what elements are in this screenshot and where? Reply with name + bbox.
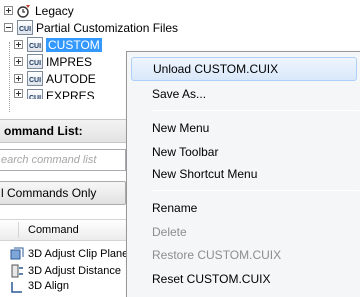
menu-item-label: New Menu (152, 121, 210, 135)
menu-item-new-toolbar[interactable]: New Toolbar (131, 140, 357, 164)
command-label: 3D Align (28, 280, 69, 292)
command-filter-dropdown[interactable]: l Commands Only (0, 181, 126, 205)
tree-item-autodesk[interactable]: CUI AUTODE (14, 70, 96, 87)
menu-item-unload[interactable]: Unload CUSTOM.CUIX (131, 57, 357, 81)
collapse-minus-icon[interactable] (4, 23, 13, 32)
expand-plus-icon[interactable] (14, 57, 23, 66)
menu-item-label: Rename (152, 201, 198, 215)
menu-item-label: Delete (152, 225, 187, 239)
menu-item-new-shortcut-menu[interactable]: New Shortcut Menu (131, 162, 357, 186)
tree-item-legacy[interactable]: Legacy (4, 2, 74, 19)
menu-separator (153, 110, 359, 111)
expand-plus-icon[interactable] (14, 74, 23, 83)
cui-file-icon: CUI (27, 54, 43, 69)
cui-file-icon: CUI (27, 89, 43, 99)
context-menu: Unload CUSTOM.CUIX Save As... New Menu N… (126, 51, 360, 297)
tree-item-label: AUTODE (46, 71, 96, 86)
cui-file-icon: CUI (27, 71, 43, 86)
menu-item-label: New Shortcut Menu (152, 167, 258, 181)
tree-item-impres[interactable]: CUI IMPRES (14, 53, 92, 70)
legacy-icon (17, 4, 30, 18)
tree-connector-line (9, 42, 10, 112)
menu-item-restore: Restore CUSTOM.CUIX (131, 243, 357, 267)
search-command-input[interactable] (0, 149, 126, 171)
tree-item-express[interactable]: CUI EXPRES (14, 89, 95, 99)
tree-item-label: IMPRES (46, 54, 93, 69)
menu-item-save-as[interactable]: Save As... (131, 82, 357, 106)
menu-item-rename[interactable]: Rename (131, 196, 357, 220)
expand-plus-icon[interactable] (14, 40, 23, 49)
align-icon (11, 282, 22, 293)
menu-item-label: Unload CUSTOM.CUIX (153, 62, 279, 76)
command-label: 3D Adjust Distance (28, 264, 121, 277)
tree-item-label: EXPRES (46, 89, 95, 99)
menu-item-delete: Delete (131, 220, 357, 244)
menu-item-reset[interactable]: Reset CUSTOM.CUIX (131, 267, 357, 291)
menu-item-label: Save As... (152, 87, 207, 101)
command-list-title: ommand List: (4, 124, 83, 138)
distance-icon (11, 264, 23, 277)
tree-item-label: CUSTOM (46, 37, 102, 52)
menu-item-label: Reset CUSTOM.CUIX (152, 272, 271, 286)
tree-item-label: Legacy (35, 3, 74, 18)
menu-item-label: New Toolbar (152, 145, 219, 159)
expand-plus-icon[interactable] (4, 6, 13, 15)
menu-item-new-menu[interactable]: New Menu (131, 116, 357, 140)
tree-item-partial-customization-files[interactable]: CUI Partial Customization Files (4, 19, 178, 36)
menu-item-label: Restore CUSTOM.CUIX (152, 248, 282, 262)
customize-ui-window: Legacy CUI Partial Customization Files C… (0, 0, 360, 297)
tree-item-custom[interactable]: CUI CUSTOM (14, 36, 102, 53)
cui-file-icon: CUI (27, 37, 43, 52)
clip-plane-icon (10, 247, 24, 259)
command-filter-value: l Commands Only (1, 186, 97, 200)
cui-file-icon: CUI (17, 20, 33, 35)
tree-item-label: Partial Customization Files (36, 20, 179, 35)
command-label: 3D Adjust Clip Plane (28, 247, 129, 260)
expand-plus-icon[interactable] (14, 89, 23, 98)
column-separator (18, 222, 19, 238)
menu-separator (153, 190, 359, 191)
command-column-label: Command (28, 224, 79, 236)
